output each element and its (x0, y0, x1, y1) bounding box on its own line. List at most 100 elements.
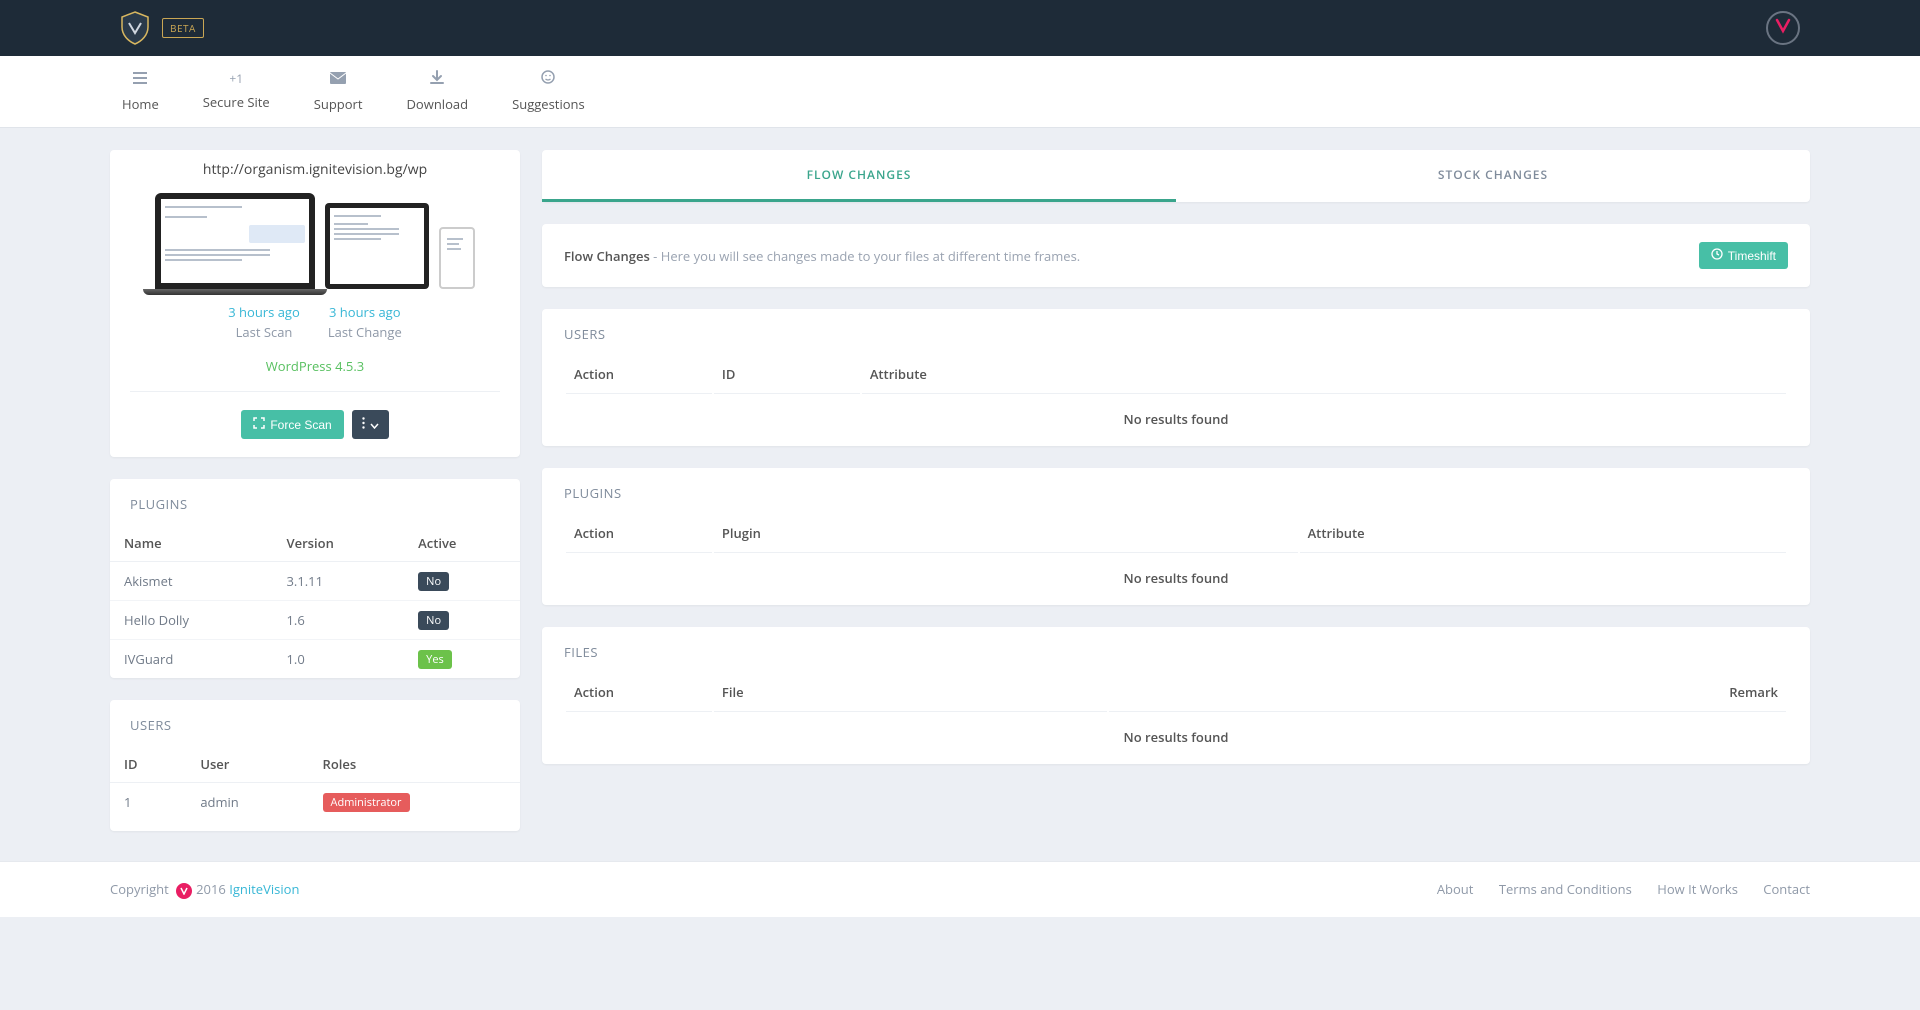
chevron-down-icon (370, 418, 379, 432)
list-icon (122, 70, 159, 89)
col-id: ID (714, 355, 860, 394)
active-badge: Yes (418, 650, 452, 669)
cms-version: WordPress 4.5.3 (110, 357, 520, 375)
footer-about[interactable]: About (1437, 880, 1474, 898)
col-action: Action (566, 355, 712, 394)
info-bar: Flow Changes - Here you will see changes… (542, 224, 1810, 287)
info-bar-desc: - Here you will see changes made to your… (650, 247, 1080, 265)
device-previews (110, 193, 520, 289)
users-col-user: User (186, 746, 308, 783)
col-file: File (714, 673, 1107, 712)
footer-links: About Terms and Conditions How It Works … (1415, 880, 1810, 899)
footer-how[interactable]: How It Works (1657, 880, 1738, 898)
force-scan-button[interactable]: Force Scan (241, 410, 343, 439)
users-sidebar-table: ID User Roles 1adminAdministrator (110, 746, 520, 821)
nav-home[interactable]: Home (100, 56, 181, 127)
nav-download[interactable]: Download (385, 56, 491, 127)
phone-preview[interactable] (439, 227, 475, 289)
plugins-title: PLUGINS (110, 479, 520, 525)
more-actions-button[interactable] (352, 410, 389, 439)
timeshift-button[interactable]: Timeshift (1699, 242, 1788, 269)
section-files-title: FILES (542, 627, 1810, 671)
brand-v-icon (1774, 16, 1792, 40)
footer-copyright: Copyright 2016 IgniteVision (110, 880, 299, 899)
user-menu[interactable] (1766, 11, 1800, 45)
col-plugin: Plugin (714, 514, 1298, 553)
tab-flow-changes[interactable]: FLOW CHANGES (542, 150, 1176, 202)
nav-secure-label: Secure Site (203, 93, 270, 111)
info-bar-text: Flow Changes - Here you will see changes… (564, 247, 1080, 265)
force-scan-label: Force Scan (270, 418, 331, 432)
section-plugins-table: Action Plugin Attribute (564, 512, 1788, 555)
beta-badge: BETA (162, 18, 204, 38)
nav-download-label: Download (407, 95, 469, 113)
laptop-preview[interactable] (155, 193, 315, 289)
users-empty: No results found (542, 396, 1810, 446)
clock-icon (1711, 248, 1723, 263)
col-attribute: Attribute (862, 355, 1786, 394)
section-users-title: USERS (542, 309, 1810, 353)
section-users-table: Action ID Attribute (564, 353, 1788, 396)
table-row: Hello Dolly1.6No (110, 601, 520, 640)
footer-contact[interactable]: Contact (1763, 880, 1810, 898)
section-users: USERS Action ID Attribute No results fou… (542, 309, 1810, 446)
last-scan: 3 hours ago Last Scan (228, 303, 300, 341)
plugins-col-active: Active (404, 525, 520, 562)
last-change-ago: 3 hours ago (328, 303, 402, 321)
table-row: IVGuard1.0Yes (110, 640, 520, 679)
users-col-id: ID (110, 746, 186, 783)
timeshift-label: Timeshift (1728, 249, 1776, 263)
download-icon (407, 70, 469, 89)
footer: Copyright 2016 IgniteVision About Terms … (0, 861, 1920, 917)
kebab-icon (362, 417, 365, 432)
tabs: FLOW CHANGES STOCK CHANGES (542, 150, 1810, 202)
nav-suggestions-label: Suggestions (512, 95, 585, 113)
files-empty: No results found (542, 714, 1810, 764)
section-plugins: PLUGINS Action Plugin Attribute No resul… (542, 468, 1810, 605)
col-attribute: Attribute (1300, 514, 1786, 553)
users-card: USERS ID User Roles 1adminAdministrator (110, 700, 520, 831)
col-remark: Remark (1109, 673, 1786, 712)
site-card: http://organism.ignitevision.bg/wp (110, 150, 520, 457)
plugins-empty: No results found (542, 555, 1810, 605)
envelope-icon (314, 70, 363, 89)
table-row: 1adminAdministrator (110, 783, 520, 822)
nav-support[interactable]: Support (292, 56, 385, 127)
nav-suggestions[interactable]: Suggestions (490, 56, 607, 127)
section-plugins-title: PLUGINS (542, 468, 1810, 512)
plugins-col-name: Name (110, 525, 272, 562)
plugins-col-version: Version (272, 525, 404, 562)
users-col-roles: Roles (309, 746, 520, 783)
section-files: FILES Action File Remark No results foun… (542, 627, 1810, 764)
last-change: 3 hours ago Last Change (328, 303, 402, 341)
nav-secure[interactable]: +1 Secure Site (181, 56, 292, 127)
table-row: Akismet3.1.11No (110, 562, 520, 601)
active-badge: No (418, 611, 449, 630)
navbar: Home +1 Secure Site Support Download Sug… (0, 56, 1920, 128)
expand-icon (253, 417, 265, 432)
topbar-left: BETA (120, 11, 204, 45)
users-sidebar-title: USERS (110, 700, 520, 746)
plugins-card: PLUGINS Name Version Active Akismet3.1.1… (110, 479, 520, 678)
topbar: BETA (0, 0, 1920, 56)
logo-shield-icon[interactable] (120, 11, 150, 45)
plus-one-icon: +1 (203, 70, 270, 87)
role-badge: Administrator (323, 793, 410, 812)
footer-brand-link[interactable]: IgniteVision (229, 880, 299, 898)
brand-dot-icon (176, 883, 192, 899)
info-bar-title: Flow Changes (564, 247, 650, 265)
active-badge: No (418, 572, 449, 591)
site-url: http://organism.ignitevision.bg/wp (110, 160, 520, 179)
tab-stock-changes[interactable]: STOCK CHANGES (1176, 150, 1810, 202)
last-scan-ago: 3 hours ago (228, 303, 300, 321)
last-change-label: Last Change (328, 323, 402, 341)
col-action: Action (566, 673, 712, 712)
nav-support-label: Support (314, 95, 363, 113)
footer-terms[interactable]: Terms and Conditions (1499, 880, 1632, 898)
nav-home-label: Home (122, 95, 159, 113)
section-files-table: Action File Remark (564, 671, 1788, 714)
smile-icon (512, 70, 585, 89)
col-action: Action (566, 514, 712, 553)
tablet-preview[interactable] (325, 203, 429, 289)
plugins-table: Name Version Active Akismet3.1.11NoHello… (110, 525, 520, 678)
